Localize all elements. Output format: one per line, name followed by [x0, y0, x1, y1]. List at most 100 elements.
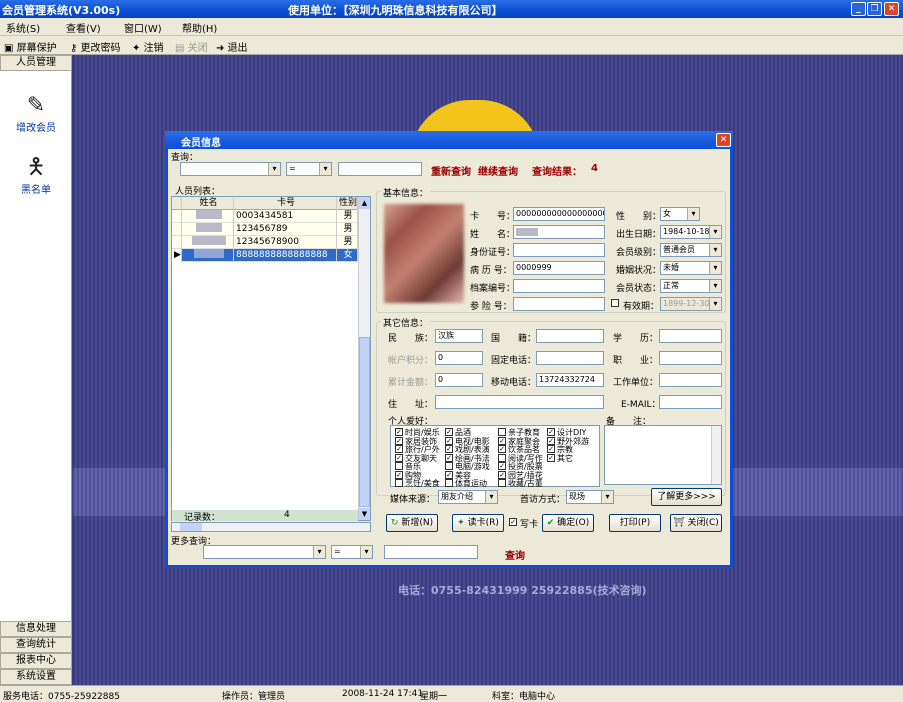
- person-grid[interactable]: 姓名 卡号 性别 0003434581 男 123456789 男 123456…: [171, 196, 371, 523]
- grid-vertical-scrollbar[interactable]: ▲ ▼: [358, 197, 370, 520]
- sidebar-header[interactable]: 人员管理: [0, 55, 72, 71]
- print-button[interactable]: 打印(P): [609, 514, 661, 532]
- query-op-select[interactable]: =: [286, 162, 332, 176]
- menu-help[interactable]: 帮助(H): [182, 20, 217, 35]
- minimize-button[interactable]: _: [851, 2, 866, 16]
- mobile-input[interactable]: 13724332724: [536, 373, 604, 387]
- insurance-label: 参 险 号：: [470, 302, 512, 312]
- continue-query-link[interactable]: 继续查询: [478, 163, 518, 178]
- table-row[interactable]: 0003434581 男: [172, 210, 358, 223]
- dialog-close-icon[interactable]: ✕: [716, 133, 731, 147]
- scroll-down-icon[interactable]: ▼: [359, 508, 370, 520]
- sidebar-footer-info[interactable]: 信息处理: [0, 621, 72, 637]
- valid-select[interactable]: 1899-12-30: [660, 297, 722, 311]
- hobby-label: 收藏/古董: [508, 479, 543, 488]
- state-select[interactable]: 正常: [660, 279, 722, 293]
- datetime: 2008-11-24 17:41: [342, 689, 424, 699]
- hobby-checkbox[interactable]: ✓: [547, 453, 555, 462]
- hobby-item[interactable]: 体育运动: [445, 478, 487, 489]
- query-field-select[interactable]: [180, 162, 281, 176]
- hobby-list[interactable]: ✓ 时尚/娱乐 ✓ 家居装饰 ✓ 旅行/户外 ✓ 交友聊天 音乐 ✓ 购物 烹饪/美食 ✓ 品酒 ✓ 电视/电…: [390, 425, 600, 489]
- card-input[interactable]: 0000000000000000000: [513, 207, 605, 221]
- work-input[interactable]: [659, 373, 722, 387]
- menu-view[interactable]: 查看(V): [66, 20, 101, 35]
- add-button[interactable]: ↻ 新增(N): [386, 514, 438, 532]
- col-card[interactable]: 卡号: [234, 197, 337, 210]
- nationality-input[interactable]: [536, 329, 604, 343]
- sidebar-footer-report[interactable]: 报表中心: [0, 653, 72, 669]
- source-select[interactable]: 朋友介绍: [438, 490, 498, 504]
- hobby-item[interactable]: 烹饪/美食: [395, 478, 440, 489]
- email-input[interactable]: [659, 395, 722, 409]
- restore-button[interactable]: ❐: [867, 2, 882, 16]
- more-query-op-select[interactable]: =: [331, 545, 373, 559]
- hobby-checkbox[interactable]: [395, 479, 403, 487]
- points-input[interactable]: 0: [435, 351, 483, 365]
- table-row-selected[interactable]: ▶ 8888888888888888 女: [172, 249, 358, 262]
- exit-button[interactable]: ➜ 退出: [216, 39, 248, 54]
- visit-select[interactable]: 现场: [566, 490, 614, 504]
- sidebar-footer-settings[interactable]: 系统设置: [0, 669, 72, 685]
- remark-textarea[interactable]: [604, 425, 722, 485]
- write-card-checkbox[interactable]: ✓: [509, 518, 517, 526]
- email-label: E-MAIL：: [621, 400, 661, 410]
- name-input[interactable]: [513, 225, 605, 239]
- job-input[interactable]: [659, 351, 722, 365]
- education-input[interactable]: [659, 329, 722, 343]
- refresh-icon: ↻: [390, 518, 399, 528]
- amount-input[interactable]: 0: [435, 373, 483, 387]
- close-dialog-button[interactable]: ⛩ 关闭(C): [670, 514, 722, 532]
- more-query-value-input[interactable]: [384, 545, 478, 559]
- read-icon: ✦: [457, 518, 465, 528]
- menu-window[interactable]: 窗口(W): [124, 20, 162, 35]
- read-card-button[interactable]: ✦ 读卡(R): [452, 514, 504, 532]
- ok-button[interactable]: ✔ 确定(O): [542, 514, 594, 532]
- valid-label: 有效期：: [623, 302, 660, 312]
- sidebar-footer-query[interactable]: 查询统计: [0, 637, 72, 653]
- table-row[interactable]: 12345678900 男: [172, 236, 358, 249]
- scroll-up-icon[interactable]: ▲: [359, 197, 370, 209]
- col-name[interactable]: 姓名: [182, 197, 234, 210]
- hobby-checkbox[interactable]: [498, 479, 506, 487]
- address-input[interactable]: [435, 395, 604, 409]
- query-value-input[interactable]: [338, 162, 422, 176]
- id-input[interactable]: [513, 243, 605, 257]
- screensaver-button[interactable]: ▣ 屏幕保护: [4, 39, 57, 54]
- menu-system[interactable]: 系统(S): [6, 20, 40, 35]
- more-info-button[interactable]: 了解更多>>>: [651, 488, 722, 506]
- grid-horizontal-scrollbar[interactable]: [171, 522, 371, 532]
- close-tool-label: 关闭: [187, 43, 208, 54]
- hobby-item[interactable]: ✓ 其它: [547, 453, 573, 464]
- close-button[interactable]: ✕: [884, 2, 899, 16]
- marital-select[interactable]: 未婚: [660, 261, 722, 275]
- sidebar-item-blacklist[interactable]: 🯅 黑名单: [0, 155, 72, 196]
- mobile-label: 移动电话：: [491, 378, 537, 388]
- query-button[interactable]: 查询: [505, 547, 525, 562]
- change-password-button[interactable]: ⚷ 更改密码: [70, 39, 121, 54]
- table-row[interactable]: 123456789 男: [172, 223, 358, 236]
- sidebar-item-label: 增改会员: [16, 123, 56, 134]
- h-scroll-thumb[interactable]: [180, 523, 202, 531]
- hobby-checkbox[interactable]: [445, 479, 453, 487]
- ok-label: 确定(O): [557, 518, 590, 528]
- record-no-input[interactable]: 0000999: [513, 261, 605, 275]
- logout-button[interactable]: ✦ 注销: [132, 39, 164, 54]
- marital-label: 婚姻状况：: [616, 266, 662, 276]
- remark-scrollbar[interactable]: [711, 426, 721, 484]
- insurance-input[interactable]: [513, 297, 605, 311]
- nation-input[interactable]: 汉族: [435, 329, 483, 343]
- requery-link[interactable]: 重新查询: [431, 163, 471, 178]
- birth-select[interactable]: 1984-10-18: [660, 225, 722, 239]
- card-label: 卡 号：: [470, 212, 516, 222]
- gender-select[interactable]: 女: [660, 207, 700, 221]
- col-gender[interactable]: 性别: [337, 197, 358, 210]
- hobby-item[interactable]: 收藏/古董: [498, 478, 543, 489]
- close-tool-button: ▤ 关闭: [175, 43, 208, 54]
- valid-checkbox[interactable]: [611, 299, 619, 307]
- scroll-thumb[interactable]: [359, 337, 370, 507]
- sidebar-item-add-member[interactable]: ✎ 增改会员: [0, 93, 72, 134]
- level-select[interactable]: 普通会员: [660, 243, 722, 257]
- tel-input[interactable]: [536, 351, 604, 365]
- archive-input[interactable]: [513, 279, 605, 293]
- more-query-field-select[interactable]: [203, 545, 326, 559]
